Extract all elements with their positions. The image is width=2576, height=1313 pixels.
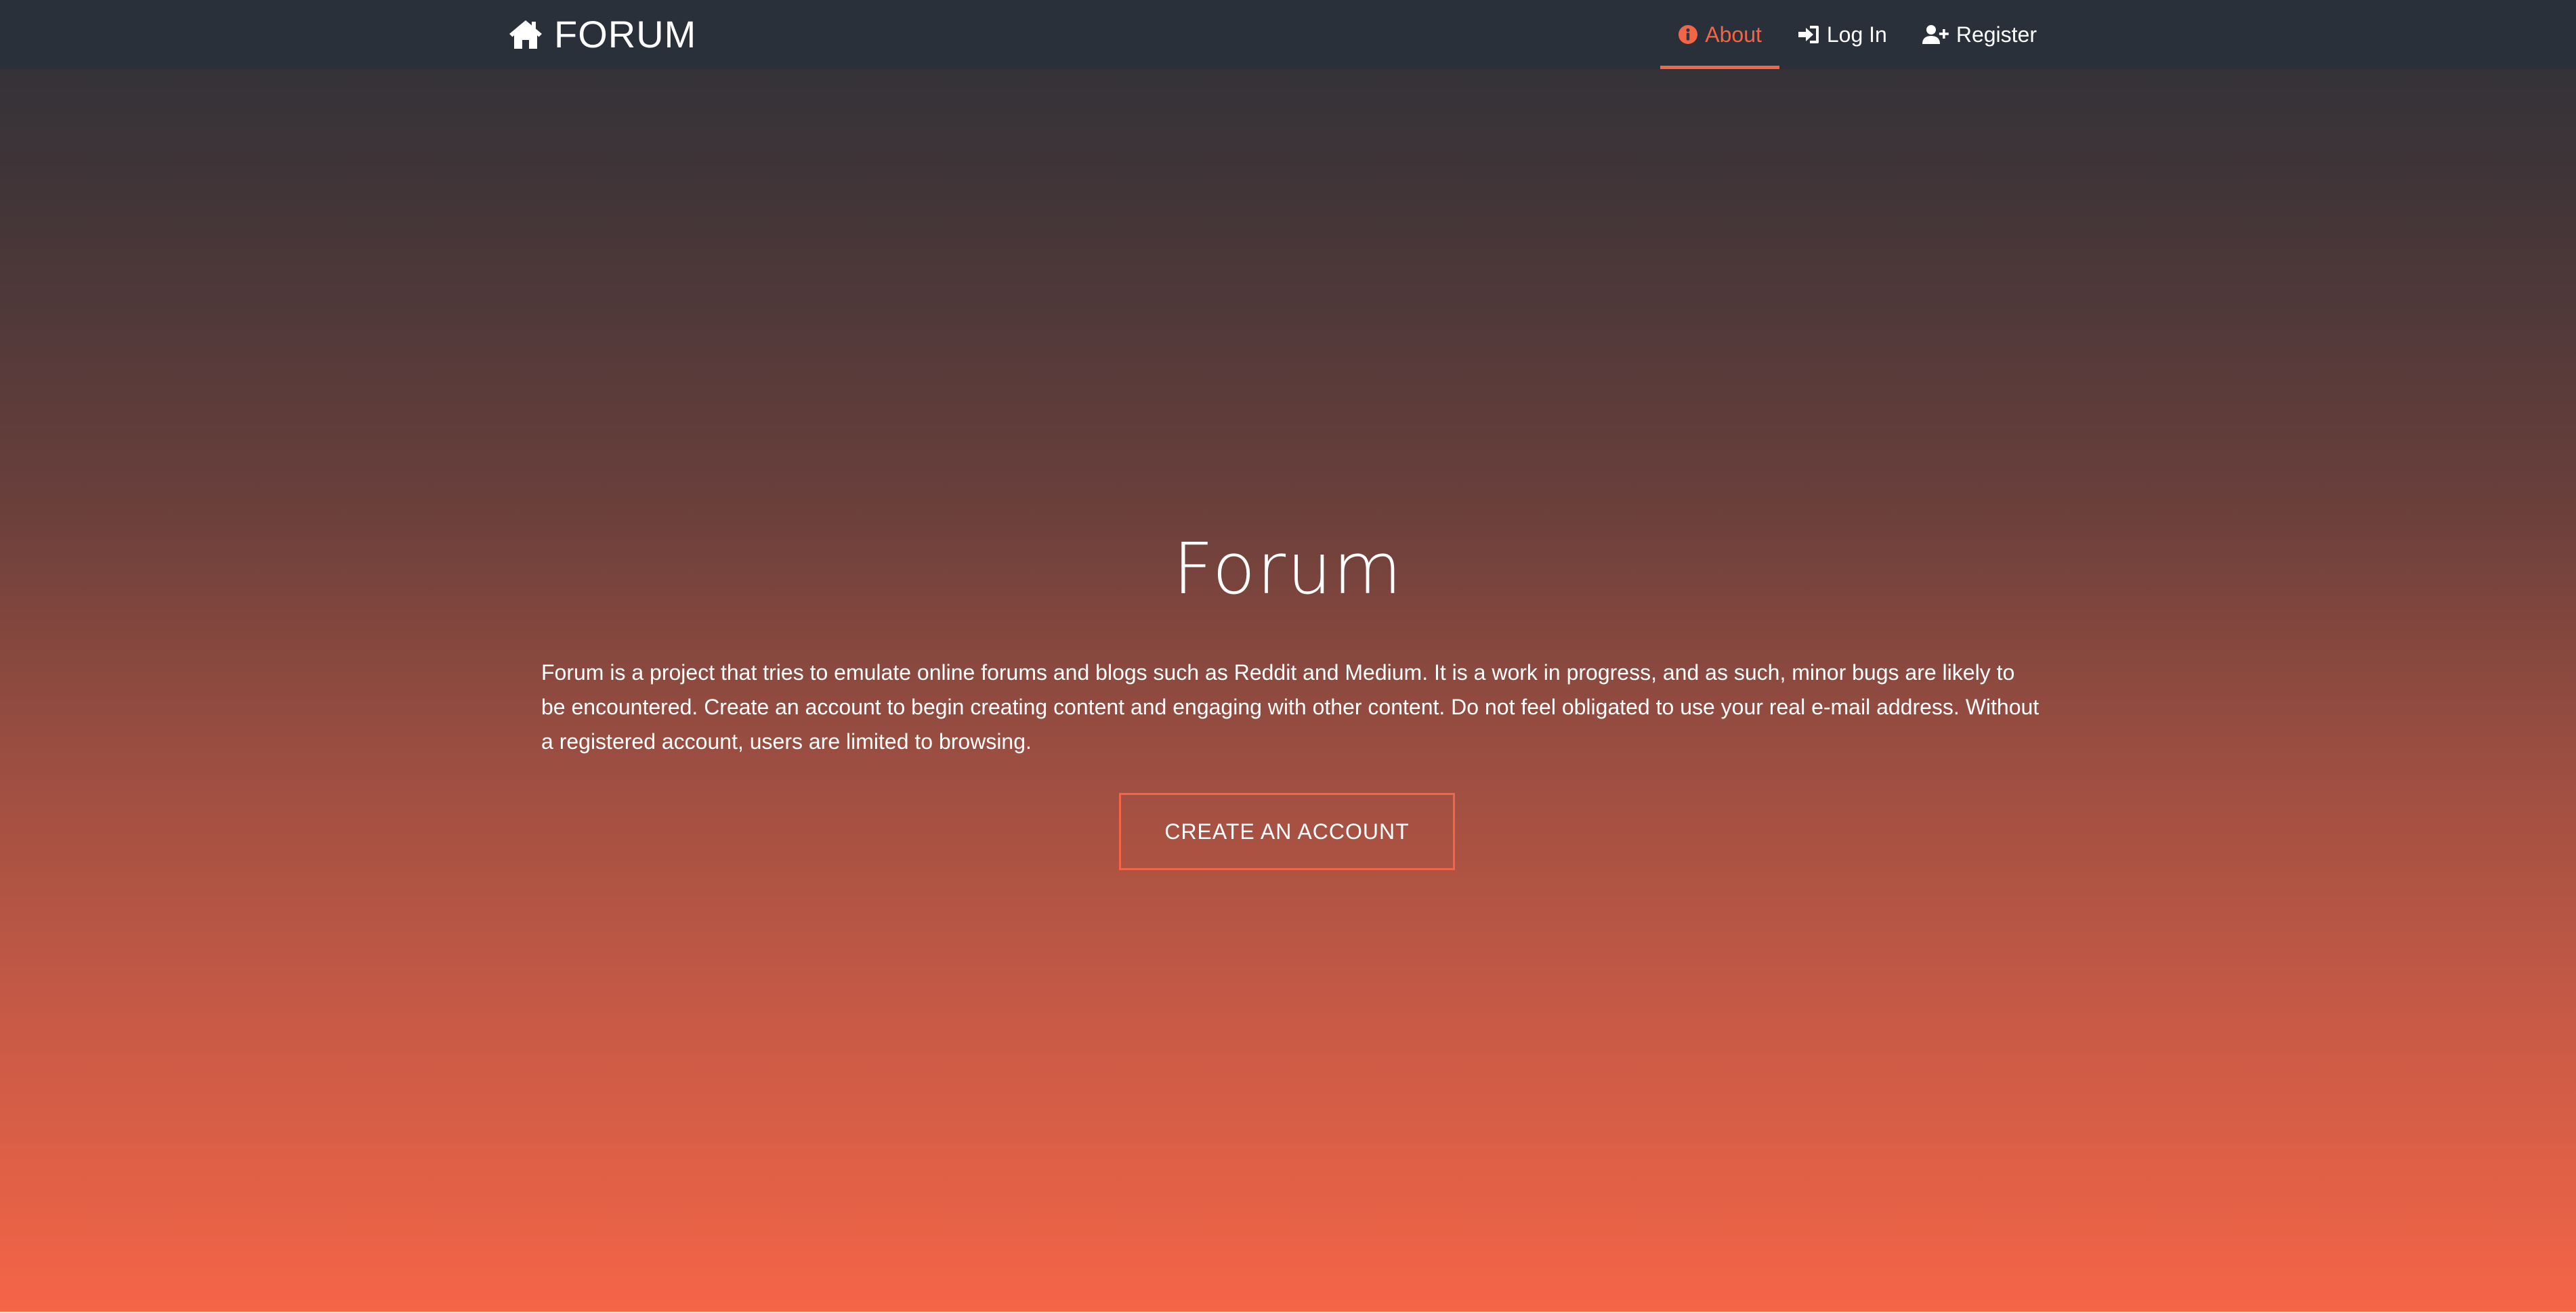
navbar: FORUM About Log In Register: [0, 0, 2576, 69]
nav-item-label: About: [1705, 22, 1762, 47]
info-circle-icon: [1678, 24, 1698, 45]
create-account-button[interactable]: CREATE AN ACCOUNT: [1119, 793, 1455, 870]
brand-title: FORUM: [554, 13, 697, 56]
home-icon: [508, 19, 543, 50]
nav-item-register[interactable]: Register: [1905, 0, 2054, 69]
user-plus-icon: [1922, 24, 1949, 45]
page: Forum Forum is a project that tries to e…: [0, 0, 2576, 1313]
sign-in-icon: [1797, 24, 1820, 45]
brand-link[interactable]: FORUM: [508, 11, 696, 58]
nav-menu: About Log In Register: [1660, 0, 2054, 69]
hero-description: Forum is a project that tries to emulate…: [541, 660, 2040, 754]
hero-title: Forum: [1173, 528, 1403, 610]
nav-item-label: Register: [1956, 22, 2037, 47]
hero-background: Forum Forum is a project that tries to e…: [0, 0, 2576, 1312]
nav-item-login[interactable]: Log In: [1779, 0, 1905, 69]
nav-item-about[interactable]: About: [1660, 0, 1779, 69]
nav-item-label: Log In: [1826, 22, 1887, 47]
